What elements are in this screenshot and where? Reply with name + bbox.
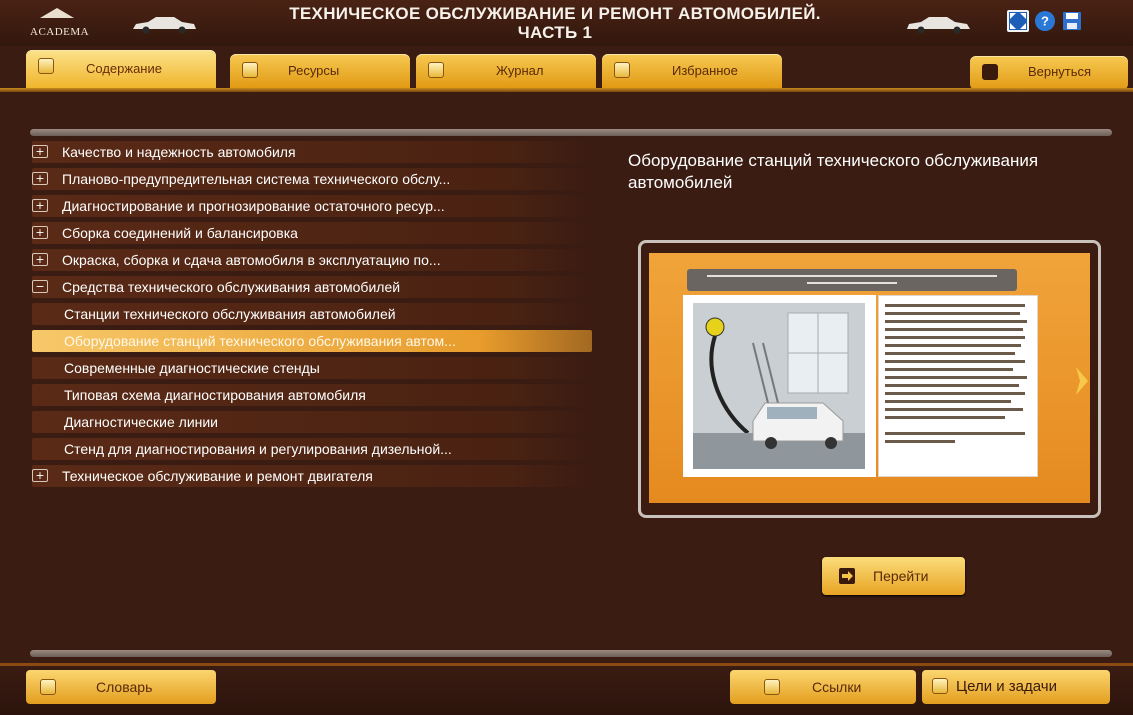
service-station-photo xyxy=(693,303,865,469)
go-button-label: Перейти xyxy=(873,568,929,584)
tab-favorites[interactable]: Избранное xyxy=(602,54,782,88)
toc-subitem[interactable]: Современные диагностические стенды xyxy=(32,357,592,379)
toc-item[interactable]: − Средства технического обслуживания авто… xyxy=(32,276,592,298)
goals-label: Цели и задачи xyxy=(956,678,1057,695)
toc-label: Оборудование станций технического обслуж… xyxy=(64,333,456,349)
goals-button[interactable]: Цели и задачи xyxy=(922,670,1110,704)
footer-line xyxy=(0,663,1133,666)
toc-label: Планово-предупредительная система технич… xyxy=(62,171,451,187)
toc-subitem[interactable]: Оборудование станций технического обслуж… xyxy=(32,330,592,352)
divider-bottom xyxy=(30,650,1112,657)
collapse-icon[interactable]: − xyxy=(32,280,48,293)
toc-label: Типовая схема диагностирования автомобил… xyxy=(64,387,366,403)
toc-item[interactable]: + Диагностирование и прогнозирование оста… xyxy=(32,195,592,217)
return-button[interactable]: Вернуться xyxy=(970,56,1128,90)
divider-top xyxy=(30,129,1112,136)
toc-subitem[interactable]: Стенд для диагностирования и регулирован… xyxy=(32,438,592,460)
journal-icon xyxy=(428,62,444,78)
toc-label: Средства технического обслуживания автом… xyxy=(62,279,401,295)
toc-item[interactable]: + Качество и надежность автомобиля xyxy=(32,141,592,163)
slide-thumbnail xyxy=(649,253,1090,503)
save-icon[interactable] xyxy=(1061,10,1083,32)
toc-label: Окраска, сборка и сдача автомобиля в экс… xyxy=(62,252,441,268)
toc-item[interactable]: + Техническое обслуживание и ремонт двига… xyxy=(32,465,592,487)
contents-icon xyxy=(38,58,54,74)
tab-resources[interactable]: Ресурсы xyxy=(230,54,410,88)
slide-photo xyxy=(683,295,876,477)
toc-label: Качество и надежность автомобиля xyxy=(62,144,296,160)
tab-label: Содержание xyxy=(86,61,162,76)
bar-chart-icon xyxy=(242,62,258,78)
car-icon xyxy=(905,14,973,34)
toc-label: Станции технического обслуживания автомо… xyxy=(64,306,396,322)
expand-icon[interactable]: + xyxy=(32,253,48,266)
toc-label: Диагностирование и прогнозирование остат… xyxy=(62,198,445,214)
go-button[interactable]: Перейти xyxy=(822,557,965,595)
table-of-contents: + Качество и надежность автомобиля + Планов… xyxy=(32,141,592,492)
slide-preview[interactable] xyxy=(638,240,1101,518)
graduation-cap-icon xyxy=(40,6,74,18)
glossary-icon xyxy=(40,679,56,695)
toc-subitem[interactable]: Диагностические линии xyxy=(32,411,592,433)
tab-bar: Содержание Ресурсы Журнал Избранное Верн… xyxy=(0,46,1133,90)
academia-logo: ACADEMA xyxy=(22,6,92,40)
app-title: ТЕХНИЧЕСКОЕ ОБСЛУЖИВАНИЕ И РЕМОНТ АВТОМО… xyxy=(230,4,880,42)
toc-label: Стенд для диагностирования и регулирован… xyxy=(64,441,452,457)
expand-icon[interactable]: + xyxy=(32,172,48,185)
toc-subitem[interactable]: Станции технического обслуживания автомо… xyxy=(32,303,592,325)
car-icon xyxy=(130,14,198,34)
tab-underline xyxy=(0,88,1133,92)
logo-text: ACADEMA xyxy=(30,26,90,38)
links-label: Ссылки xyxy=(812,679,862,695)
links-icon xyxy=(764,679,780,695)
tab-label: Избранное xyxy=(672,63,738,78)
goals-icon xyxy=(932,678,948,694)
expand-icon[interactable]: + xyxy=(32,469,48,482)
app-header: ACADEMA ТЕХНИЧЕСКОЕ ОБСЛУЖИВАНИЕ И РЕМОН… xyxy=(0,0,1133,46)
arrow-left-icon xyxy=(982,64,998,80)
expand-icon[interactable]: + xyxy=(32,226,48,239)
return-label: Вернуться xyxy=(1028,64,1092,79)
help-icon[interactable]: ? xyxy=(1034,10,1056,32)
preview-title: Оборудование станций технического обслуж… xyxy=(628,151,1039,192)
slide-heading xyxy=(687,269,1017,291)
tab-contents[interactable]: Содержание xyxy=(26,50,216,88)
star-icon xyxy=(614,62,630,78)
expand-icon[interactable]: + xyxy=(32,145,48,158)
links-button[interactable]: Ссылки xyxy=(730,670,916,704)
arrow-right-icon xyxy=(839,568,855,584)
app-title-line2: ЧАСТЬ 1 xyxy=(517,23,593,42)
tab-label: Ресурсы xyxy=(288,63,340,78)
tab-journal[interactable]: Журнал xyxy=(416,54,596,88)
toc-label: Техническое обслуживание и ремонт двигат… xyxy=(62,468,373,484)
glossary-label: Словарь xyxy=(96,679,153,695)
toc-item[interactable]: + Сборка соединений и балансировка xyxy=(32,222,592,244)
toc-label: Современные диагностические стенды xyxy=(64,360,320,376)
toc-item[interactable]: + Окраска, сборка и сдача автомобиля в эк… xyxy=(32,249,592,271)
expand-icon[interactable]: + xyxy=(32,199,48,212)
toc-subitem[interactable]: Типовая схема диагностирования автомобил… xyxy=(32,384,592,406)
slide-text-block xyxy=(878,295,1038,477)
chevron-right-icon[interactable] xyxy=(1074,365,1090,397)
toc-label: Сборка соединений и балансировка xyxy=(62,225,298,241)
toc-label: Диагностические линии xyxy=(64,414,219,430)
tab-label: Журнал xyxy=(496,63,544,78)
svg-text:?: ? xyxy=(1041,14,1049,29)
app-title-line1: ТЕХНИЧЕСКОЕ ОБСЛУЖИВАНИЕ И РЕМОНТ АВТОМО… xyxy=(289,4,821,23)
fullscreen-icon[interactable] xyxy=(1007,10,1029,32)
glossary-button[interactable]: Словарь xyxy=(26,670,216,704)
toc-item[interactable]: + Планово-предупредительная система техни… xyxy=(32,168,592,190)
